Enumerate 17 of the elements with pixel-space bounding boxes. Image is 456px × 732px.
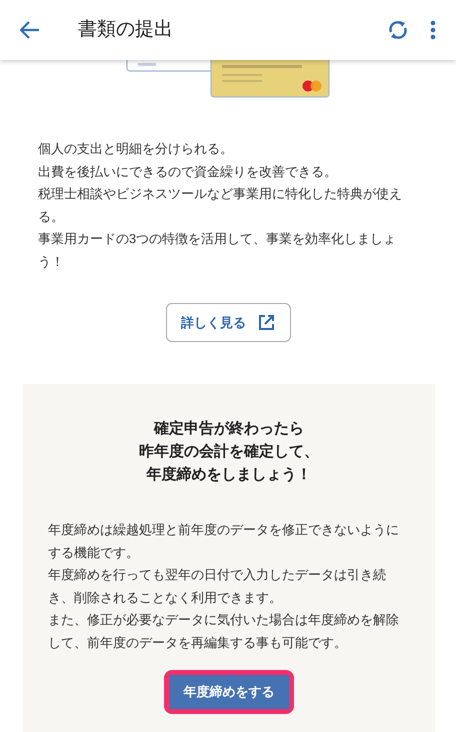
- panel-heading: 年度締めをしましょう！: [146, 465, 312, 485]
- panel-paragraph: 年度締めを行っても翌年の日付で入力したデータは引き続き、削除されることなく利用できます。: [48, 566, 387, 606]
- panel-paragraph: また、修正が必要なデータに気付いた場合は年度締めを解除して、前年度のデータを再編集する事も可能です。: [48, 611, 400, 652]
- details-link-button[interactable]: 詳しく見る: [166, 303, 290, 342]
- benefit-text: 個人の支出と明細を分けられる。: [38, 140, 234, 158]
- benefit-text: 事業用カードの3つの特徴を活用して、事業を効率化しましょう！: [38, 230, 398, 270]
- panel-heading: 昨年度の会計を確定して、: [139, 442, 319, 462]
- refresh-icon: [388, 19, 408, 41]
- close-year-button[interactable]: 年度締めをする: [169, 675, 289, 709]
- back-arrow-icon: [20, 21, 40, 39]
- more-vertical-icon: [430, 20, 436, 40]
- page-title: 書類の提出: [78, 18, 173, 42]
- benefit-text: 税理士相談やビジネスツールなど事業用に特化した特典が使える。: [38, 185, 403, 226]
- panel-heading: 確定申告が終わったら: [154, 419, 304, 439]
- benefit-text: 出費を後払いにできるので資金繰りを改善できる。: [38, 162, 338, 180]
- external-link-icon: [258, 314, 275, 331]
- panel-paragraph: 年度締めは繰越処理と前年度のデータを修正できないようにする機能です。: [48, 521, 400, 562]
